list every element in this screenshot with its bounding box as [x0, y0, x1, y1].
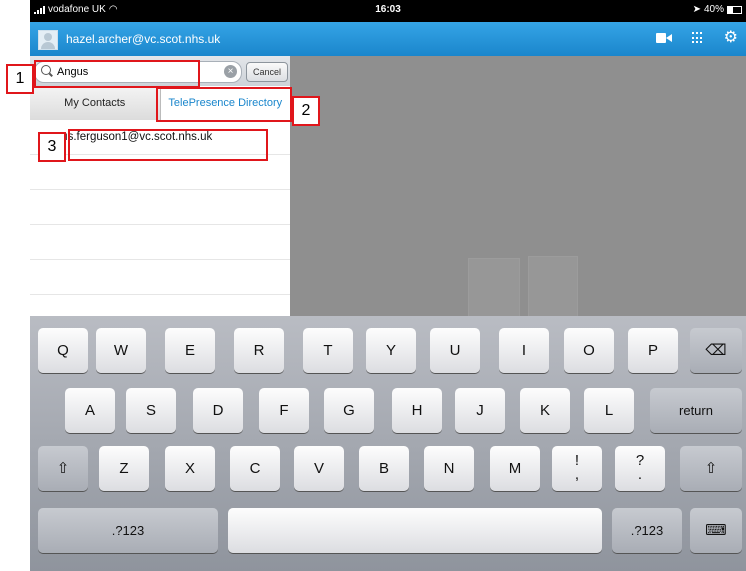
- key-n[interactable]: N: [424, 446, 474, 491]
- space-bar[interactable]: [228, 508, 602, 553]
- shift-key-right[interactable]: ⇧: [680, 446, 742, 491]
- on-screen-keyboard: Q W E R T Y U I O P ⌫ A S D F G H J K L …: [30, 316, 746, 571]
- annotation-box-result: [68, 129, 268, 161]
- shift-key-left[interactable]: ⇧: [38, 446, 88, 491]
- key-i[interactable]: I: [499, 328, 549, 373]
- keyboard-icon: ⌨: [705, 522, 727, 539]
- battery-percent: 40%: [703, 4, 724, 15]
- key-p[interactable]: P: [628, 328, 678, 373]
- backspace-icon: ⌫: [705, 342, 727, 359]
- annotation-number-2: 2: [292, 96, 320, 126]
- backspace-key[interactable]: ⌫: [690, 328, 742, 373]
- key-u[interactable]: U: [430, 328, 480, 373]
- numbers-key-left[interactable]: .?123: [38, 508, 218, 553]
- key-o[interactable]: O: [564, 328, 614, 373]
- cancel-button[interactable]: Cancel: [246, 62, 288, 82]
- placeholder-graphic-right: [528, 256, 578, 318]
- clock: 16:03: [375, 4, 401, 15]
- keypad-icon[interactable]: [691, 32, 704, 44]
- status-bar: vodafone UK ◠ 16:03 ➤ 40%: [30, 0, 746, 22]
- empty-row: [30, 260, 290, 295]
- key-m[interactable]: M: [490, 446, 540, 491]
- key-l[interactable]: L: [584, 388, 634, 433]
- key-k[interactable]: K: [520, 388, 570, 433]
- clear-icon[interactable]: ×: [224, 65, 237, 78]
- avatar[interactable]: [38, 30, 58, 50]
- video-camera-icon[interactable]: [655, 33, 672, 43]
- annotation-number-1: 1: [6, 64, 34, 94]
- user-account: hazel.archer@vc.scot.nhs.uk: [66, 32, 221, 46]
- key-x[interactable]: X: [165, 446, 215, 491]
- key-e[interactable]: E: [165, 328, 215, 373]
- placeholder-graphic-left: [468, 258, 520, 318]
- numbers-key-right[interactable]: .?123: [612, 508, 682, 553]
- key-a[interactable]: A: [65, 388, 115, 433]
- key-j[interactable]: J: [455, 388, 505, 433]
- annotation-number-3: 3: [38, 132, 66, 162]
- key-c[interactable]: C: [230, 446, 280, 491]
- empty-row: [30, 225, 290, 260]
- detail-panel: [290, 56, 746, 318]
- location-icon: ➤: [692, 4, 701, 15]
- shift-icon: ⇧: [704, 460, 718, 477]
- battery-icon: [727, 5, 742, 14]
- shift-icon: ⇧: [56, 460, 70, 477]
- key-g[interactable]: G: [324, 388, 374, 433]
- key-question-period[interactable]: ? .: [615, 446, 665, 491]
- annotation-box-directory-tab: [156, 87, 292, 122]
- app-header: hazel.archer@vc.scot.nhs.uk ⚙: [30, 22, 746, 56]
- key-r[interactable]: R: [234, 328, 284, 373]
- key-f[interactable]: F: [259, 388, 309, 433]
- key-q[interactable]: Q: [38, 328, 88, 373]
- key-d[interactable]: D: [193, 388, 243, 433]
- empty-row: [30, 190, 290, 225]
- gear-icon[interactable]: ⚙: [724, 30, 738, 46]
- key-y[interactable]: Y: [366, 328, 416, 373]
- key-v[interactable]: V: [294, 446, 344, 491]
- key-s[interactable]: S: [126, 388, 176, 433]
- tab-my-contacts[interactable]: My Contacts: [30, 86, 161, 120]
- key-w[interactable]: W: [96, 328, 146, 373]
- key-exclamation-comma[interactable]: ! ,: [552, 446, 602, 491]
- return-key[interactable]: return: [650, 388, 742, 433]
- key-t[interactable]: T: [303, 328, 353, 373]
- annotation-box-search: [34, 60, 200, 88]
- key-b[interactable]: B: [359, 446, 409, 491]
- hide-keyboard-key[interactable]: ⌨: [690, 508, 742, 553]
- key-h[interactable]: H: [392, 388, 442, 433]
- key-z[interactable]: Z: [99, 446, 149, 491]
